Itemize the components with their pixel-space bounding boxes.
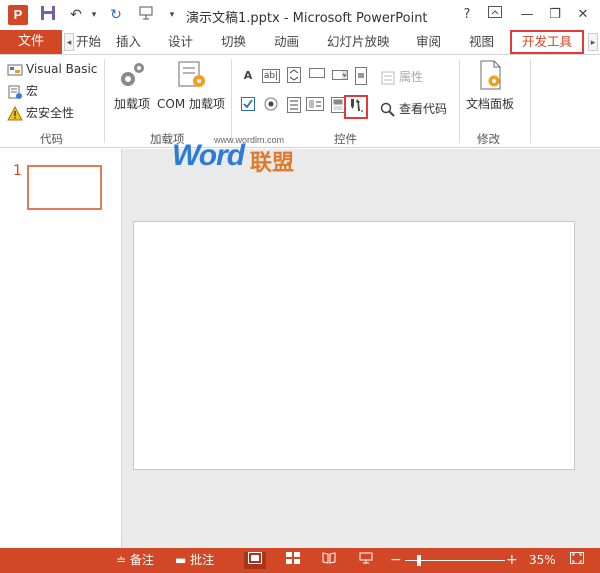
label-control-icon[interactable]: A [239,67,257,85]
view-code-icon [380,102,396,118]
view-code-button[interactable]: 查看代码 [380,99,447,119]
option-button-control-icon[interactable] [262,97,280,115]
tab-animations[interactable]: 动画 [274,30,299,54]
redo-icon[interactable]: ↻ [106,5,126,25]
group-divider [104,59,105,143]
tab-scroll-right-icon[interactable]: ▸ [588,33,598,51]
notes-icon: ≐ [116,553,130,567]
help-button[interactable]: ? [456,4,478,26]
workspace: 1 [0,149,600,548]
ribbon-developer: Visual Basic 宏 宏安全性 代码 加载项 COM 加载项 加载项 A… [0,54,600,148]
slide-thumbnail-pane[interactable]: 1 [0,149,122,548]
group-divider [231,59,232,143]
gear-icon [116,59,148,91]
tab-home[interactable]: 开始 [76,30,101,54]
modify-group-label: 修改 [477,132,500,146]
tab-slideshow[interactable]: 幻灯片放映 [327,30,390,54]
tab-view[interactable]: 视图 [469,30,494,54]
tab-developer[interactable]: 开发工具 [510,30,585,54]
reading-view-icon[interactable] [318,552,340,569]
title-bar: P ↶ ▾ ↻ ▾ 演示文稿1.pptx - Microsoft PowerPo… [0,0,600,30]
properties-button[interactable]: 属性 [380,67,423,87]
tab-review[interactable]: 审阅 [416,30,441,54]
powerpoint-app-icon[interactable]: P [8,5,28,25]
normal-view-icon[interactable] [244,552,266,569]
status-bar: ≐ 备注 ▬ 批注 − + 35% [0,548,600,573]
macros-icon [7,84,23,100]
com-addins-button[interactable]: COM 加载项 [155,59,227,112]
document-panel-button[interactable]: 文档面板 [463,59,517,112]
slide-number: 1 [13,163,22,179]
presentation-icon[interactable] [136,5,156,25]
button-control-icon[interactable] [308,67,326,85]
document-panel-icon [474,59,506,91]
macros-button[interactable]: 宏 [7,81,38,101]
restore-button[interactable]: ❐ [544,4,566,26]
code-group-label: 代码 [40,132,63,146]
tab-file[interactable]: 文件 [0,30,62,54]
zoom-out-button[interactable]: − [390,548,402,573]
zoom-percent[interactable]: 35% [529,548,556,573]
watermark-word: Word [172,139,245,172]
addins-button[interactable]: 加载项 [110,59,154,112]
com-addins-icon [175,59,207,91]
visual-basic-button[interactable]: Visual Basic [7,59,97,79]
slide-sorter-icon[interactable] [282,552,304,569]
zoom-in-button[interactable]: + [506,548,518,573]
group-divider [530,59,531,143]
slide-canvas[interactable] [133,221,575,470]
image-control-icon[interactable] [306,97,324,115]
comment-icon: ▬ [175,553,191,567]
close-button[interactable]: ✕ [572,4,594,26]
scrollbar-control-icon[interactable] [352,67,370,85]
tab-transitions[interactable]: 切换 [221,30,246,54]
combobox-control-icon[interactable] [331,67,349,85]
undo-icon[interactable]: ↶ [66,5,86,25]
macro-security-button[interactable]: 宏安全性 [7,103,74,123]
save-icon[interactable] [38,5,58,25]
group-divider [459,59,460,143]
properties-icon [380,70,396,86]
slideshow-icon[interactable] [355,552,377,569]
watermark-cn: 联盟 [250,150,295,175]
window-title: 演示文稿1.pptx - Microsoft PowerPoint [186,11,428,26]
notes-button[interactable]: ≐ 备注 [116,548,154,573]
warning-icon [7,105,23,122]
tab-design[interactable]: 设计 [168,30,193,54]
undo-dropdown-icon[interactable]: ▾ [84,5,104,25]
checkbox-control-icon[interactable] [239,97,257,115]
fit-to-window-icon[interactable] [566,552,588,569]
textbox-control-icon[interactable]: ab| [262,69,280,83]
minimize-button[interactable]: — [516,4,538,26]
slide-thumbnail[interactable] [27,165,102,210]
spinner-control-icon[interactable] [285,67,303,85]
visual-basic-icon [7,62,23,78]
zoom-slider-thumb[interactable] [416,555,421,566]
customize-qat-icon[interactable]: ▾ [162,5,182,25]
more-controls-button[interactable] [344,95,368,119]
comments-button[interactable]: ▬ 批注 [175,548,214,573]
tab-insert[interactable]: 插入 [116,30,141,54]
ribbon-display-options-icon[interactable] [484,4,506,26]
tab-scroll-left-icon[interactable]: ◂ [64,33,74,51]
listbox-control-icon[interactable] [285,97,303,115]
ribbon-tabs: 文件 ◂ 开始 插入 设计 切换 动画 幻灯片放映 审阅 视图 开发工具 ▸ [0,30,600,54]
controls-group-label: 控件 [334,132,357,146]
